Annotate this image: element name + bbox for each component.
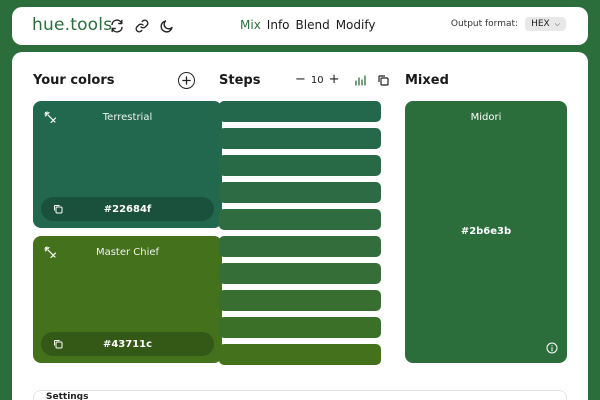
- color-hex: #22684f: [103, 203, 152, 215]
- header-icon-group: [109, 18, 175, 34]
- color-hex: #43711c: [102, 338, 153, 350]
- step-swatch[interactable]: [219, 182, 381, 203]
- steps-count: 10: [310, 74, 324, 86]
- hex-pill[interactable]: #43711c: [41, 332, 214, 356]
- output-format: Output format: HEX ⌵: [451, 17, 566, 31]
- copy-icon[interactable]: [377, 74, 389, 86]
- your-colors-title: Your colors: [33, 73, 115, 88]
- settings-label: Settings: [46, 392, 89, 400]
- output-format-label: Output format:: [450, 19, 519, 29]
- decrement-steps-button[interactable]: −: [295, 73, 306, 86]
- steps-title: Steps: [219, 73, 261, 88]
- refresh-icon[interactable]: [109, 18, 125, 34]
- step-swatch[interactable]: [219, 101, 381, 122]
- step-swatch[interactable]: [219, 155, 381, 176]
- nav-info[interactable]: Info: [267, 18, 290, 32]
- copy-icon[interactable]: [53, 339, 63, 349]
- color-name: Terrestrial: [102, 112, 153, 123]
- moon-icon[interactable]: [159, 18, 175, 34]
- step-swatch[interactable]: [219, 317, 381, 338]
- settings-panel[interactable]: Settings: [33, 390, 567, 400]
- link-icon[interactable]: [134, 18, 150, 34]
- nav-blend[interactable]: Blend: [296, 18, 330, 32]
- copy-icon[interactable]: [53, 204, 63, 214]
- steps-control: − 10 +: [295, 73, 389, 86]
- main-panel: Your colors Terrestrial #22684f Master C…: [12, 52, 588, 400]
- chevron-down-icon: ⌵: [554, 19, 560, 28]
- mixed-color-name: Midori: [470, 112, 502, 123]
- add-color-button[interactable]: [178, 72, 195, 89]
- output-format-select[interactable]: HEX ⌵: [525, 17, 566, 31]
- top-bar: hue.tools Mix Info Blend Modify Output f…: [12, 7, 588, 45]
- output-format-value: HEX: [531, 19, 550, 29]
- step-swatch[interactable]: [219, 263, 381, 284]
- mixed-color-hex: #2b6e3b: [460, 226, 512, 237]
- mixed-color-card[interactable]: Midori #2b6e3b: [405, 101, 567, 363]
- step-swatch[interactable]: [219, 236, 381, 257]
- chart-icon[interactable]: [354, 74, 366, 86]
- color-card-master-chief[interactable]: Master Chief #43711c: [33, 236, 222, 363]
- main-nav: Mix Info Blend Modify: [240, 18, 375, 32]
- step-swatch[interactable]: [219, 290, 381, 311]
- app-logo[interactable]: hue.tools: [32, 15, 112, 35]
- step-swatch[interactable]: [219, 128, 381, 149]
- hex-pill[interactable]: #22684f: [41, 197, 214, 221]
- nav-modify[interactable]: Modify: [336, 18, 376, 32]
- step-swatch[interactable]: [219, 209, 381, 230]
- color-card-terrestrial[interactable]: Terrestrial #22684f: [33, 101, 222, 228]
- nav-mix[interactable]: Mix: [240, 18, 261, 32]
- increment-steps-button[interactable]: +: [329, 73, 340, 86]
- step-swatch[interactable]: [219, 344, 381, 365]
- plus-icon: [182, 76, 191, 85]
- color-name: Master Chief: [95, 247, 160, 258]
- info-icon[interactable]: [546, 342, 558, 354]
- mixed-title: Mixed: [405, 73, 449, 88]
